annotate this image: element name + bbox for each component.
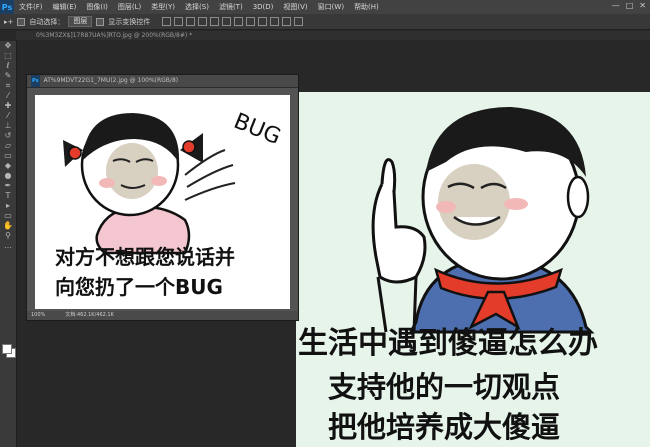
hand-tool-icon[interactable]: ✋ [3,221,13,230]
right-meme-line1: 生活中遇到傻逼怎么办 [298,326,598,361]
gradient-tool-icon[interactable]: ▭ [3,151,13,160]
clone-stamp-icon[interactable]: ⊥ [3,121,13,130]
ps-document-icon: Ps [31,75,40,87]
options-bar: ▸+ 自动选择： 图层 显示变换控件 [0,14,650,30]
pen-tool-icon[interactable]: ✒ [3,181,13,190]
distribute-left-icon[interactable] [270,17,280,26]
floating-window-status-bar: 100% 文档:462.1K/462.1K [27,311,298,320]
move-tool-icon[interactable]: ▸+ [4,18,13,26]
align-right-icon[interactable] [222,17,232,26]
show-transform-label: 显示变换控件 [108,17,151,26]
menu-bar: Ps 文件(F) 编辑(E) 图像(I) 图层(L) 类型(Y) 选择(S) 滤… [0,0,650,14]
brush-tool-icon[interactable]: ⁄ [3,111,13,120]
menu-file[interactable]: 文件(F) [14,2,48,12]
menu-select[interactable]: 选择(S) [180,2,214,12]
menu-view[interactable]: 视图(V) [278,2,312,12]
align-center-icon[interactable] [210,17,220,26]
tools-panel: ✥ ⬚ ℓ ✎ ⌗ ⁄ ✚ ⁄ ⊥ ↺ ▱ ▭ ◆ ● ✒ T ▸ ▭ ✋ ⚲ … [0,41,17,447]
menu-3d[interactable]: 3D(D) [248,3,279,11]
align-top-icon[interactable] [162,17,172,26]
document-tab[interactable]: 0%3M3ZX$]17R87UA%]RTO.jpg @ 200%(RGB/8#)… [16,31,650,40]
marquee-tool-icon[interactable]: ⬚ [3,51,13,60]
align-bottom-icon[interactable] [186,17,196,26]
floating-window-title: AT%9MDVT22G1_7MU(2.jpg @ 100%(RGB/8) [43,77,179,84]
align-middle-icon[interactable] [174,17,184,26]
menu-type[interactable]: 类型(Y) [146,2,180,12]
right-meme-line3: 把他培养成大傻逼 [328,410,561,444]
right-meme-line2: 支持他的一切观点 [328,370,561,404]
distribute-center-icon[interactable] [282,17,292,26]
auto-select-dropdown[interactable]: 图层 [68,16,93,27]
move-tool-icon[interactable]: ✥ [3,41,13,50]
floating-document-canvas[interactable]: BUG 对方不想跟您说话并 向您扔了一个BUG [35,95,290,309]
distribute-top-icon[interactable] [234,17,244,26]
align-left-icon[interactable] [198,17,208,26]
more-tools-icon[interactable]: … [3,241,13,250]
quick-select-tool-icon[interactable]: ✎ [3,71,13,80]
healing-brush-icon[interactable]: ✚ [3,101,13,110]
menu-help[interactable]: 帮助(H) [349,2,384,12]
photoshop-logo-icon: Ps [0,0,14,14]
type-tool-icon[interactable]: T [3,191,13,200]
close-icon[interactable]: ✕ [639,1,646,10]
crop-tool-icon[interactable]: ⌗ [3,81,13,90]
distribute-middle-icon[interactable] [246,17,256,26]
window-controls: — □ ✕ [612,1,646,10]
minimize-icon[interactable]: — [612,1,620,10]
path-select-icon[interactable]: ▸ [3,201,13,210]
distribute-bottom-icon[interactable] [258,17,268,26]
document-size: 文档:462.1K/462.1K [65,312,114,318]
left-meme-line1: 对方不想跟您说话并 [55,245,235,269]
foreground-color-swatch[interactable] [2,344,12,354]
main-document-canvas[interactable]: 生活中遇到傻逼怎么办 支持他的一切观点 把他培养成大傻逼 [296,92,650,447]
lasso-tool-icon[interactable]: ℓ [3,61,13,70]
show-transform-checkbox[interactable] [96,17,105,26]
maximize-icon[interactable]: □ [626,1,634,10]
floating-window-title-bar[interactable]: Ps AT%9MDVT22G1_7MU(2.jpg @ 100%(RGB/8) [27,75,298,88]
eraser-tool-icon[interactable]: ▱ [3,141,13,150]
menu-window[interactable]: 窗口(W) [313,2,349,12]
shape-tool-icon[interactable]: ▭ [3,211,13,220]
dodge-tool-icon[interactable]: ● [3,171,13,180]
auto-select-checkbox[interactable] [17,17,26,26]
align-buttons [162,17,304,26]
history-brush-icon[interactable]: ↺ [3,131,13,140]
eyedropper-tool-icon[interactable]: ⁄ [3,91,13,100]
zoom-level[interactable]: 100% [31,311,45,320]
auto-select-label: 自动选择： [29,17,65,26]
floating-document-window[interactable]: Ps AT%9MDVT22G1_7MU(2.jpg @ 100%(RGB/8) [26,74,299,321]
left-meme-line2: 向您扔了一个BUG [55,275,223,299]
menu-filter[interactable]: 滤镜(T) [214,2,248,12]
menu-layer[interactable]: 图层(L) [113,2,146,12]
distribute-right-icon[interactable] [294,17,304,26]
menu-image[interactable]: 图像(I) [81,2,113,12]
blur-tool-icon[interactable]: ◆ [3,161,13,170]
menu-edit[interactable]: 编辑(E) [48,2,82,12]
zoom-tool-icon[interactable]: ⚲ [3,231,13,240]
